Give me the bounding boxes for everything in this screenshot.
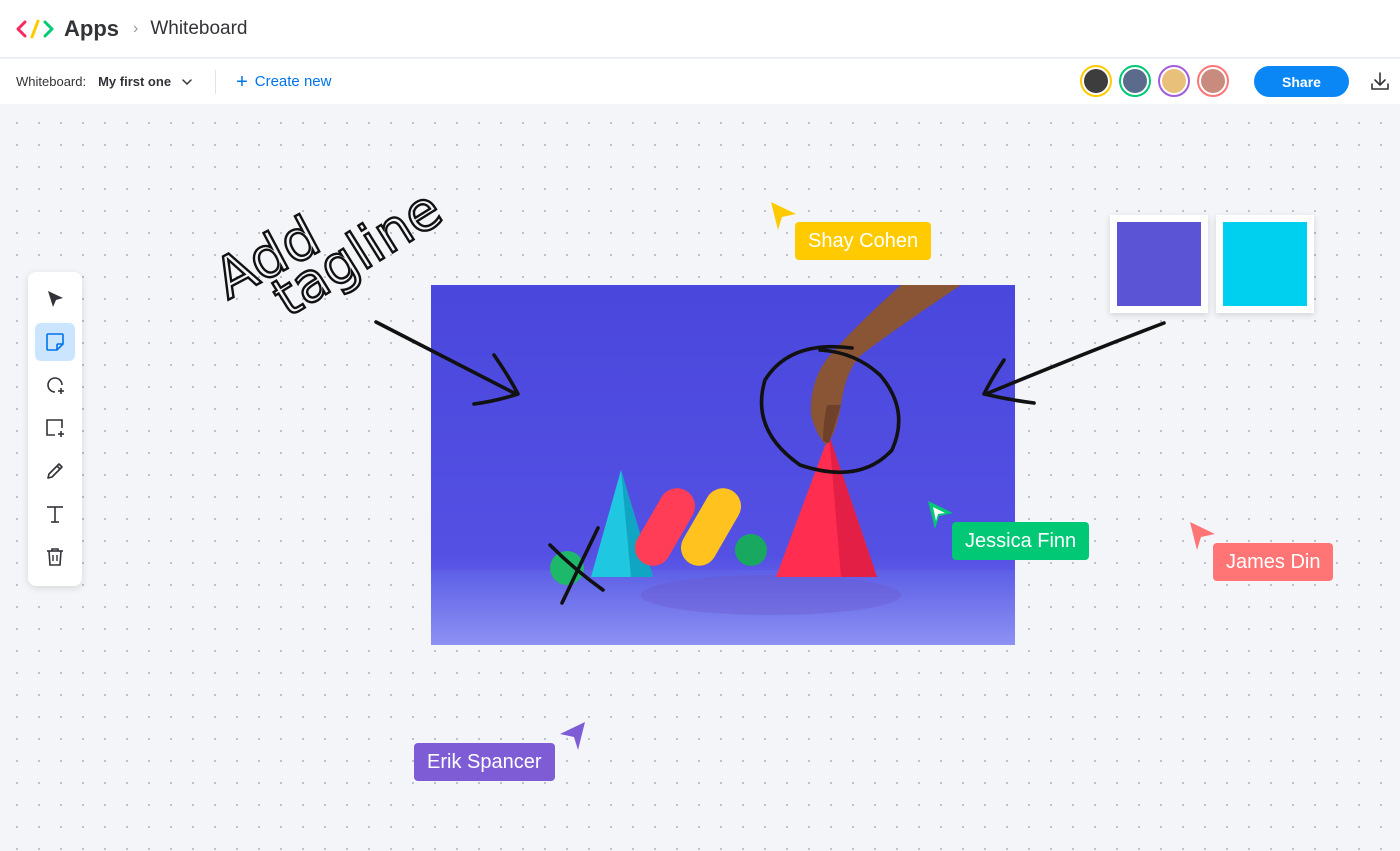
color-swatch-card[interactable] bbox=[1110, 215, 1208, 313]
cursor-label-erik-spancer: Erik Spancer bbox=[414, 743, 555, 781]
shape-tool[interactable] bbox=[35, 366, 75, 404]
create-new-button[interactable]: + Create new bbox=[236, 72, 331, 92]
image-artwork bbox=[431, 285, 1015, 645]
pointer-tool[interactable] bbox=[35, 280, 75, 318]
avatar[interactable] bbox=[1197, 65, 1229, 97]
chevron-down-icon[interactable] bbox=[181, 76, 193, 88]
apps-logo-icon[interactable] bbox=[16, 18, 54, 40]
text-icon bbox=[47, 506, 63, 523]
avatar[interactable] bbox=[1080, 65, 1112, 97]
text-tool[interactable] bbox=[35, 495, 75, 533]
breadcrumb-chevron-icon: › bbox=[133, 19, 139, 37]
cursor-label-james-din: James Din bbox=[1213, 543, 1334, 581]
trash-icon bbox=[47, 548, 63, 566]
avatar[interactable] bbox=[1119, 65, 1151, 97]
color-swatch-card[interactable] bbox=[1216, 215, 1314, 313]
board-image[interactable] bbox=[431, 285, 1015, 645]
frame-add-icon bbox=[46, 419, 64, 437]
app-title[interactable]: Apps bbox=[64, 16, 119, 42]
pen-icon bbox=[47, 463, 63, 479]
share-button[interactable]: Share bbox=[1254, 66, 1349, 97]
pen-tool[interactable] bbox=[35, 452, 75, 490]
delete-tool[interactable] bbox=[35, 538, 75, 576]
avatar[interactable] bbox=[1158, 65, 1190, 97]
board-toolbar: Whiteboard: My first one + Create new Sh… bbox=[0, 59, 1400, 104]
cyan-swatch bbox=[1223, 222, 1307, 306]
frame-tool[interactable] bbox=[35, 409, 75, 447]
cursor-label-shay-cohen: Shay Cohen bbox=[795, 222, 932, 260]
cursor-arrow-icon bbox=[928, 501, 953, 529]
cursor-label-jessica-finn: Jessica Finn bbox=[952, 522, 1090, 560]
download-icon[interactable] bbox=[1369, 70, 1391, 92]
app-bar: Apps › Whiteboard bbox=[0, 0, 1400, 58]
purple-swatch bbox=[1117, 222, 1201, 306]
toolbar-divider bbox=[215, 69, 217, 94]
cursor-arrow-icon bbox=[771, 202, 796, 230]
breadcrumb-whiteboard[interactable]: Whiteboard bbox=[150, 18, 247, 40]
whiteboard-label: Whiteboard: bbox=[16, 74, 87, 89]
create-new-label: Create new bbox=[254, 73, 332, 90]
shape-add-icon bbox=[47, 377, 64, 394]
collaborator-avatars bbox=[1080, 65, 1236, 97]
cursor-arrow-icon bbox=[560, 722, 585, 750]
board-selector[interactable]: My first one bbox=[98, 74, 171, 89]
plus-icon: + bbox=[236, 70, 248, 93]
tool-panel bbox=[28, 272, 82, 586]
sticky-note-tool[interactable] bbox=[35, 323, 75, 361]
pointer-icon bbox=[48, 291, 63, 307]
sticky-note-icon bbox=[46, 333, 64, 351]
